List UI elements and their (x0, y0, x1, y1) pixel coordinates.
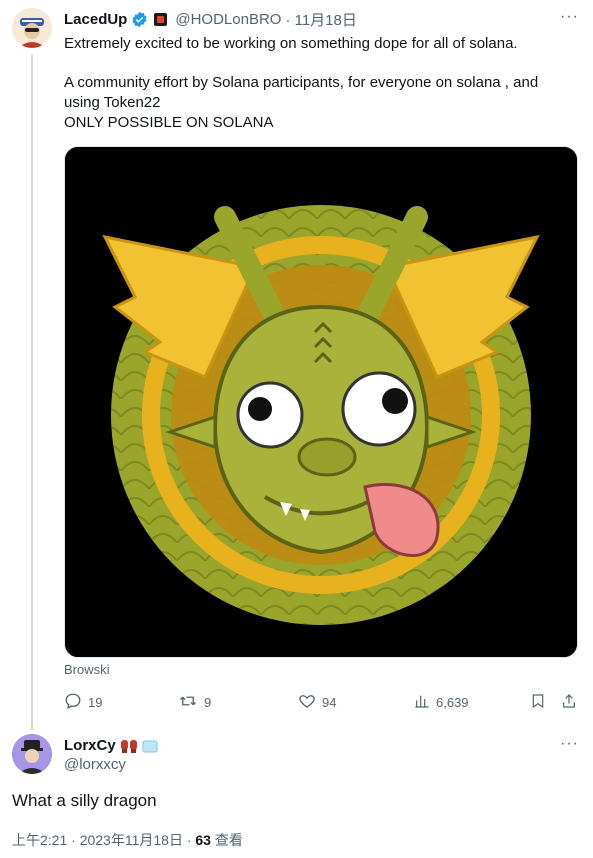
verified-badge-icon (131, 11, 148, 28)
like-icon (298, 692, 316, 713)
tweet-author-avatar[interactable] (12, 8, 52, 48)
ice-icon (142, 738, 158, 754)
reply-views-count: 63 (195, 832, 211, 848)
bookmark-icon (530, 692, 546, 713)
reply-meta: 上午2:21 · 2023年11月18日 · 63 查看 (12, 830, 243, 850)
reply-text: What a silly dragon (12, 791, 157, 810)
flag-icon (154, 13, 168, 26)
tweet-text-line1: Extremely excited to be working on somet… (64, 35, 518, 52)
views-button[interactable]: 6,639 (414, 692, 469, 713)
share-icon (561, 692, 577, 713)
dragon-illustration (65, 147, 577, 657)
media-caption[interactable]: Browski (64, 662, 110, 677)
reply-icon (64, 692, 82, 713)
more-icon[interactable]: ··· (560, 8, 579, 26)
share-button[interactable] (561, 692, 577, 713)
views-icon (414, 692, 430, 713)
retweet-button[interactable]: 9 (178, 692, 211, 713)
reply-header: LorxCy (64, 737, 158, 754)
tweet-author-name[interactable]: LacedUp (64, 11, 127, 28)
gloves-icon (120, 738, 138, 754)
tweet-text-body: A community effort by Solana participant… (64, 74, 539, 131)
reply-author-handle[interactable]: @lorxxcy (64, 756, 126, 773)
tweet-author-handle[interactable]: @HODLonBRO (175, 11, 281, 28)
views-count: 6,639 (436, 695, 469, 710)
reply-views-label: 查看 (210, 832, 243, 848)
like-button[interactable]: 94 (298, 692, 336, 713)
tweet-date[interactable]: · 11月18日 (285, 9, 356, 30)
retweet-count: 9 (204, 695, 212, 710)
thread-line (31, 54, 33, 730)
tweet-media-image[interactable] (64, 146, 578, 658)
reply-count: 19 (88, 695, 103, 710)
tweet-header: LacedUp @HODLonBRO · 11月18日 (64, 9, 357, 30)
retweet-icon (178, 692, 198, 713)
reply-button[interactable]: 19 (64, 692, 102, 713)
like-count: 94 (322, 695, 337, 710)
reply-author-name[interactable]: LorxCy (64, 737, 116, 754)
bookmark-button[interactable] (530, 692, 546, 713)
reply-timestamp[interactable]: 上午2:21 · 2023年11月18日 · (12, 832, 195, 848)
reply-more-icon[interactable]: ··· (560, 735, 579, 753)
reply-author-avatar[interactable] (12, 734, 52, 774)
